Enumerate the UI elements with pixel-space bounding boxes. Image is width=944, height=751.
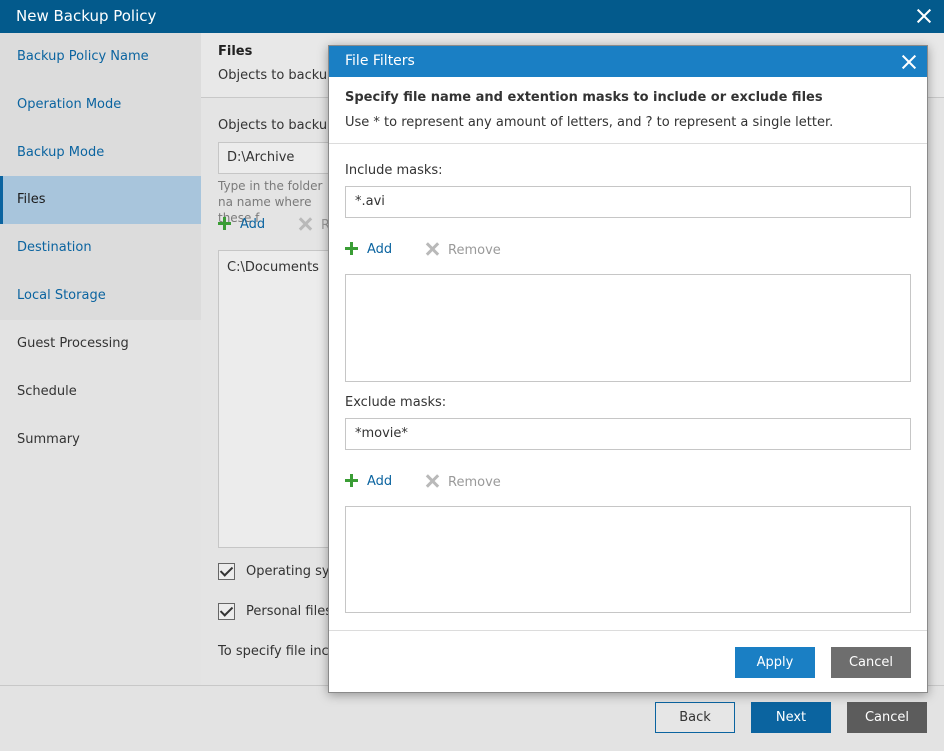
file-filters-dialog: File Filters Specify file name and exten… [328, 45, 928, 693]
personal-files-checkbox-label: Personal files [246, 604, 332, 619]
include-masks-label: Include masks: [345, 163, 443, 178]
sidebar: Backup Policy Name Operation Mode Backup… [0, 33, 209, 685]
personal-files-checkbox[interactable] [218, 603, 235, 620]
next-button[interactable]: Next [751, 702, 831, 733]
include-add-button[interactable]: Add [345, 242, 392, 257]
exclude-mask-input[interactable]: *movie* [345, 418, 911, 450]
wizard-footer: Back Next Cancel [0, 685, 944, 751]
apply-button[interactable]: Apply [735, 647, 815, 678]
include-remove-button[interactable]: Remove [425, 242, 501, 258]
exclude-remove-button[interactable]: Remove [425, 474, 501, 490]
os-checkbox[interactable] [218, 563, 235, 580]
dialog-close-icon[interactable] [899, 52, 919, 72]
sidebar-item-backup-policy-name[interactable]: Backup Policy Name [0, 33, 201, 81]
exclude-add-label: Add [367, 474, 393, 489]
add-object-button[interactable]: Add [218, 217, 265, 232]
remove-icon [298, 217, 312, 231]
window-title: New Backup Policy [16, 7, 157, 25]
plus-icon [345, 242, 358, 255]
os-checkbox-label: Operating sys [246, 564, 337, 579]
dialog-subheading: Use * to represent any amount of letters… [345, 115, 834, 130]
include-add-label: Add [367, 242, 393, 257]
exclude-masks-label: Exclude masks: [345, 395, 447, 410]
sidebar-item-schedule: Schedule [17, 384, 77, 399]
window-title-bar: New Backup Policy [0, 0, 944, 33]
plus-icon [345, 474, 358, 487]
sidebar-item-files[interactable]: Files [0, 176, 209, 224]
page-title: Files [218, 44, 253, 59]
sidebar-item-local-storage[interactable]: Local Storage [0, 272, 201, 320]
back-button[interactable]: Back [655, 702, 735, 733]
remove-icon [425, 474, 439, 488]
remove-object-button[interactable]: R [298, 217, 330, 233]
add-object-label: Add [240, 217, 266, 232]
remove-icon [425, 242, 439, 256]
close-icon[interactable] [914, 6, 934, 26]
exclude-masks-list[interactable] [345, 506, 911, 613]
dialog-heading: Specify file name and extention masks to… [345, 90, 823, 105]
sidebar-item-summary: Summary [17, 432, 80, 447]
sidebar-item-guest-processing: Guest Processing [17, 336, 129, 351]
sidebar-item-destination[interactable]: Destination [0, 224, 201, 272]
cancel-button[interactable]: Cancel [847, 702, 927, 733]
dialog-cancel-button[interactable]: Cancel [831, 647, 911, 678]
dialog-footer: Apply Cancel [329, 630, 927, 693]
objects-label: Objects to backup: [218, 118, 340, 133]
include-masks-list[interactable] [345, 274, 911, 382]
include-mask-input[interactable]: *.avi [345, 186, 911, 218]
page-description: Objects to backup. [218, 68, 340, 83]
sidebar-item-operation-mode[interactable]: Operation Mode [0, 81, 201, 129]
plus-icon [218, 217, 231, 230]
exclude-add-button[interactable]: Add [345, 474, 392, 489]
dialog-title: File Filters [345, 53, 415, 69]
dialog-title-bar: File Filters [329, 46, 927, 77]
file-filters-hint: To specify file inclu [218, 644, 341, 659]
include-remove-label: Remove [448, 243, 501, 258]
dialog-header: Specify file name and extention masks to… [329, 77, 927, 144]
sidebar-item-backup-mode[interactable]: Backup Mode [0, 129, 201, 177]
exclude-remove-label: Remove [448, 475, 501, 490]
